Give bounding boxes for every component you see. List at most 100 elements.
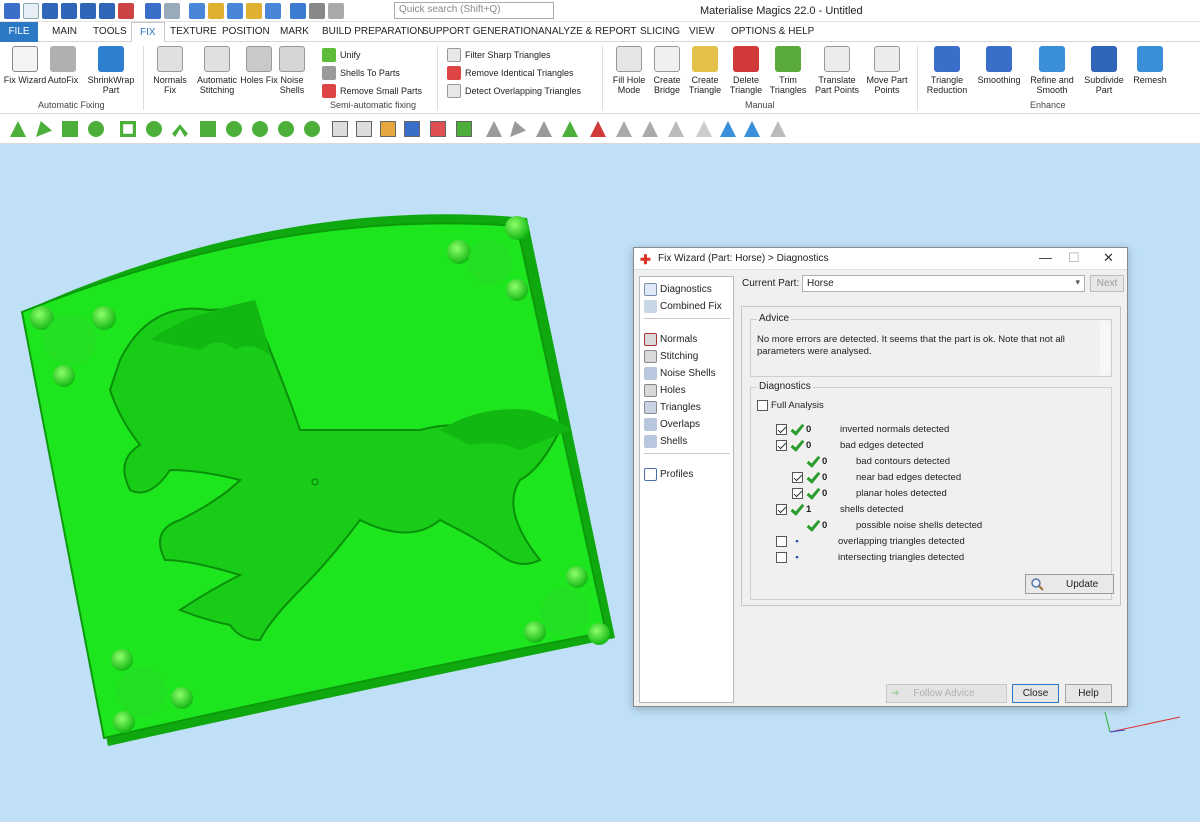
unmark-triangle-icon[interactable] <box>486 121 502 137</box>
tab-position[interactable]: POSITION <box>214 22 278 42</box>
update-button[interactable]: Update <box>1025 574 1114 594</box>
follow-advice-button[interactable]: ➔ Follow Advice <box>886 684 1007 703</box>
delete-triangle-button[interactable]: Delete Triangle <box>724 46 768 95</box>
tab-options-help[interactable]: OPTIONS & HELP <box>723 22 822 42</box>
minimize-icon[interactable]: — <box>1039 250 1052 265</box>
cube-icon[interactable] <box>328 3 344 19</box>
advice-scrollbar[interactable] <box>1100 321 1110 375</box>
detect-overlapping-triangles-button[interactable]: Detect Overlapping Triangles <box>447 82 581 99</box>
nav-noise-shells[interactable]: Noise Shells <box>644 365 716 381</box>
diagnostic-checkbox[interactable] <box>792 471 803 483</box>
scissors-icon[interactable] <box>309 3 325 19</box>
refine-and-smooth-button[interactable]: Refine and Smooth <box>1027 46 1077 95</box>
mark-blue-icon[interactable] <box>720 121 736 137</box>
mark-plane-icon[interactable] <box>36 121 52 137</box>
diagnostic-checkbox[interactable] <box>776 535 787 547</box>
undo-icon[interactable] <box>145 3 161 19</box>
redo-icon[interactable] <box>164 3 180 19</box>
next-button[interactable]: Next <box>1090 275 1124 292</box>
close-part-icon[interactable] <box>118 3 134 19</box>
connect-icon[interactable] <box>290 3 306 19</box>
mark-brush-icon[interactable] <box>146 121 162 137</box>
noise-shells-button[interactable]: Noise Shells <box>270 46 314 95</box>
mark-sphere-icon[interactable] <box>304 121 320 137</box>
tab-analyze-report[interactable]: ANALYZE & REPORT <box>530 22 645 42</box>
full-analysis-row[interactable]: Full Analysis <box>757 397 824 413</box>
tab-slicing[interactable]: SLICING <box>632 22 688 42</box>
save-all-icon[interactable] <box>80 3 96 19</box>
tab-fix[interactable]: FIX <box>131 22 165 42</box>
unify-button[interactable]: Unify <box>322 46 361 63</box>
nav-diagnostics[interactable]: Diagnostics <box>644 281 712 297</box>
triangle-reduction-button[interactable]: Triangle Reduction <box>922 46 972 95</box>
mark-shell-icon[interactable] <box>88 121 104 137</box>
nav-holes[interactable]: Holes <box>644 382 686 398</box>
mark-cylinder-icon[interactable] <box>278 121 294 137</box>
select-icon[interactable] <box>189 3 205 19</box>
new-file-icon[interactable] <box>23 3 39 19</box>
measure-icon[interactable] <box>265 3 281 19</box>
unmark-all-icon[interactable] <box>696 121 712 137</box>
close-button[interactable]: Close <box>1012 684 1059 703</box>
tab-main[interactable]: MAIN <box>44 22 85 42</box>
part-blue-icon[interactable] <box>404 121 420 137</box>
unmark-surface-icon[interactable] <box>536 121 552 137</box>
mark-contour-icon[interactable] <box>200 121 216 137</box>
save-part-icon[interactable] <box>99 3 115 19</box>
nav-profiles[interactable]: Profiles <box>644 466 693 482</box>
remove-identical-triangles-button[interactable]: Remove Identical Triangles <box>447 64 574 81</box>
part-color-icon[interactable] <box>380 121 396 137</box>
zoom-icon[interactable] <box>208 3 224 19</box>
diagnostic-checkbox[interactable] <box>792 487 803 499</box>
nav-stitching[interactable]: Stitching <box>644 348 698 364</box>
shrink-marking-icon[interactable] <box>668 121 684 137</box>
shrinkwrap-part-button[interactable]: ShrinkWrap Part <box>86 46 136 95</box>
part-select-icon[interactable] <box>356 121 372 137</box>
help-button[interactable]: Help <box>1065 684 1112 703</box>
diagnostic-checkbox[interactable] <box>776 423 787 435</box>
tab-file[interactable]: FILE <box>0 22 38 42</box>
mark-window-icon[interactable] <box>120 121 136 137</box>
tab-view[interactable]: VIEW <box>681 22 723 42</box>
mark-blue2-icon[interactable] <box>744 121 760 137</box>
remesh-button[interactable]: Remesh <box>1128 46 1172 85</box>
delete-marked-icon[interactable] <box>590 121 606 137</box>
tab-tools[interactable]: TOOLS <box>85 22 135 42</box>
full-analysis-checkbox[interactable] <box>757 399 768 411</box>
save-icon[interactable] <box>42 3 58 19</box>
close-icon[interactable]: ✕ <box>1103 250 1114 266</box>
tab-support-generation[interactable]: SUPPORT GENERATION <box>414 22 546 42</box>
mark-surface-icon[interactable] <box>62 121 78 137</box>
unmark-plane-icon[interactable] <box>510 121 526 137</box>
maximize-icon[interactable]: ☐ <box>1068 250 1080 266</box>
view-icon[interactable] <box>227 3 243 19</box>
mark-gray-icon[interactable] <box>770 121 786 137</box>
nav-shells[interactable]: Shells <box>644 433 687 449</box>
nav-normals[interactable]: Normals <box>644 331 697 347</box>
filter-sharp-triangles-button[interactable]: Filter Sharp Triangles <box>447 46 551 63</box>
autofix-button[interactable]: AutoFix <box>41 46 85 85</box>
shells-to-parts-button[interactable]: Shells To Parts <box>322 64 400 81</box>
expand-marking-icon[interactable] <box>642 121 658 137</box>
invert-marking-icon[interactable] <box>616 121 632 137</box>
trim-triangles-button[interactable]: Trim Triangles <box>766 46 810 95</box>
magics-logo-icon[interactable] <box>4 3 20 19</box>
mark-connected-icon[interactable] <box>226 121 242 137</box>
part-green-icon[interactable] <box>456 121 472 137</box>
save-as-icon[interactable] <box>61 3 77 19</box>
smoothing-button[interactable]: Smoothing <box>975 46 1023 85</box>
quick-search-input[interactable]: Quick search (Shift+Q) <box>394 2 554 19</box>
current-part-select[interactable]: Horse ▾ <box>802 275 1085 292</box>
part-red-icon[interactable] <box>430 121 446 137</box>
nav-overlaps[interactable]: Overlaps <box>644 416 700 432</box>
mark-curve-icon[interactable] <box>172 124 188 137</box>
move-part-points-button[interactable]: Move Part Points <box>862 46 912 95</box>
nav-combined-fix[interactable]: Combined Fix <box>644 298 722 314</box>
diagnostic-checkbox[interactable] <box>776 503 787 515</box>
tab-mark[interactable]: MARK <box>272 22 317 42</box>
mark-all-icon[interactable] <box>562 121 578 137</box>
diagnostic-checkbox[interactable] <box>776 439 787 451</box>
translate-part-points-button[interactable]: Translate Part Points <box>810 46 864 95</box>
automatic-stitching-button[interactable]: Automatic Stitching <box>194 46 240 95</box>
diagnostic-checkbox[interactable] <box>776 551 787 563</box>
